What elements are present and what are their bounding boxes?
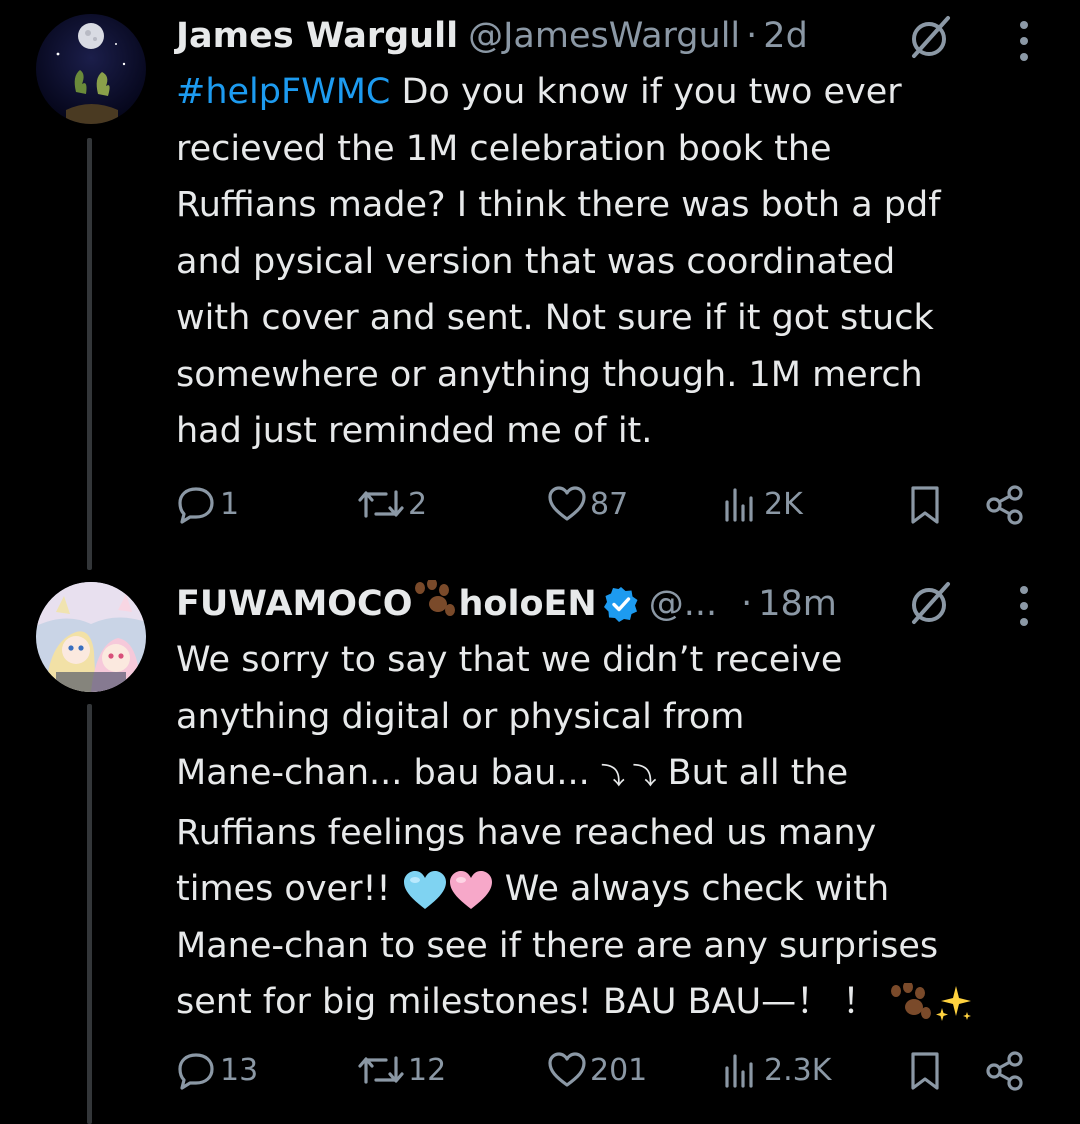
paw-emoji [891,983,932,1019]
more-icon[interactable] [1014,19,1034,63]
views-count: 2.3K [764,1052,832,1088]
bookmark-button[interactable] [908,484,942,526]
paw-emoji [415,580,456,616]
tweet-fuwamoco[interactable]: FUWAMOCO holoEN @... · 18m We sorry to s… [0,560,1080,1124]
repost-count: 2 [408,486,428,522]
repost-button[interactable]: 12 [356,1050,446,1090]
reply-count: 13 [220,1052,259,1088]
like-icon [548,486,586,521]
pink-heart-emoji [449,871,492,909]
share-button[interactable] [984,484,1026,526]
views-icon [725,488,753,522]
repost-count: 12 [408,1052,447,1088]
reply-count: 1 [220,486,240,522]
grok-icon[interactable] [908,580,954,626]
share-icon [986,485,1023,525]
bookmark-icon [911,486,939,524]
tweet-text-content: Do you know if you two ever recieved the… [176,72,941,451]
hashtag-link[interactable]: #helpFWMC [176,72,390,112]
timestamp[interactable]: 2d [763,16,808,56]
verified-badge-icon [603,587,638,622]
tweet-header: FUWAMOCO holoEN @... · 18m [176,576,837,632]
action-bar: 1 2 87 2K [0,480,1080,530]
views-button[interactable]: 2.3K [722,1050,831,1090]
like-icon [548,1052,586,1087]
timestamp[interactable]: 18m [758,584,837,624]
share-button[interactable] [984,1050,1026,1092]
author-name[interactable]: James Wargull [176,16,458,56]
repost-button[interactable]: 2 [356,484,427,524]
repost-icon [358,490,404,518]
light-blue-heart-emoji [403,871,446,909]
like-count: 201 [590,1052,648,1088]
views-icon [725,1054,753,1088]
tweet-text: #helpFWMC Do you know if you two ever re… [176,64,1056,460]
avatar-fuwamoco[interactable] [36,582,146,692]
author-name-suffix[interactable]: holoEN [458,584,596,624]
tweet-james-wargull[interactable]: James Wargull @JamesWargull · 2d #helpFW… [0,0,1080,570]
like-button[interactable]: 87 [546,484,628,524]
share-icon [986,1051,1023,1091]
avatar-james-wargull[interactable] [36,14,146,124]
author-handle[interactable]: @JamesWargull [468,16,740,56]
repost-icon [358,1056,404,1084]
views-count: 2K [764,486,803,522]
reply-icon [178,487,214,524]
separator-dot: · [746,16,758,56]
grok-icon[interactable] [908,14,954,60]
like-count: 87 [590,486,629,522]
sparkles-emoji [936,986,972,1021]
like-button[interactable]: 201 [546,1050,647,1090]
views-button[interactable]: 2K [722,484,803,524]
tweet-text: We sorry to say that we didn’t receive a… [176,632,1056,1031]
reply-icon [178,1053,214,1090]
reply-button[interactable]: 13 [176,1050,258,1090]
tweet-header: James Wargull @JamesWargull · 2d [176,8,808,64]
action-bar: 13 12 201 2.3K [0,1046,1080,1096]
more-icon[interactable] [1014,584,1034,628]
author-handle[interactable]: @... [649,584,717,624]
arrows-emoji: ⤵︎ ⤵︎ [600,762,657,790]
bookmark-button[interactable] [908,1050,942,1092]
separator-dot: · [741,584,753,624]
bookmark-icon [911,1052,939,1090]
reply-button[interactable]: 1 [176,484,239,524]
author-name[interactable]: FUWAMOCO [176,584,412,624]
